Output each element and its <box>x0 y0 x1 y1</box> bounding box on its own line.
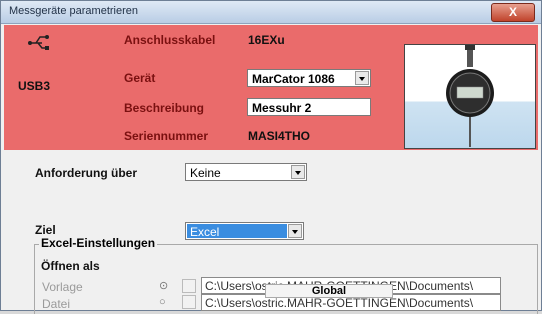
request-label: Anforderung über <box>35 166 137 180</box>
excel-settings-title: Excel-Einstellungen <box>39 236 158 250</box>
template-radio[interactable]: ⊙ <box>159 279 169 292</box>
device-select[interactable]: MarCator 1086 <box>247 69 371 87</box>
target-select[interactable]: Excel <box>185 222 304 240</box>
chevron-down-icon[interactable] <box>291 165 305 179</box>
description-input-value: Messuhr 2 <box>252 101 312 115</box>
description-label: Beschreibung <box>124 101 205 115</box>
open-as-label: Öffnen als <box>41 259 100 273</box>
file-radio[interactable]: ○ <box>159 296 169 308</box>
usb-port-label: USB3 <box>18 79 51 93</box>
target-select-value: Excel <box>190 225 220 239</box>
window-title: Messgeräte parametrieren <box>9 5 139 17</box>
request-select[interactable]: Keine <box>185 163 307 181</box>
close-button[interactable]: X <box>491 3 535 22</box>
cable-label: Anschlusskabel <box>124 33 216 47</box>
title-bar: Messgeräte parametrieren X <box>1 1 541 24</box>
file-browse-button[interactable] <box>182 295 196 309</box>
usb-icon <box>28 35 49 50</box>
request-select-value: Keine <box>190 166 221 180</box>
file-option-label: Datei <box>42 297 71 311</box>
serial-value: MASI4THO <box>248 129 311 143</box>
dial-indicator-icon <box>446 45 494 147</box>
template-browse-button[interactable] <box>182 279 196 293</box>
chevron-down-icon[interactable] <box>288 224 302 238</box>
device-select-value: MarCator 1086 <box>252 72 335 86</box>
serial-label: Seriennummer <box>124 129 209 143</box>
template-option-label: Vorlage <box>42 280 83 294</box>
description-input[interactable]: Messuhr 2 <box>247 98 371 116</box>
cable-value: 16EXu <box>248 33 285 47</box>
device-header-panel: USB3 Anschlusskabel 16EXu Gerät MarCator… <box>4 25 538 150</box>
device-label: Gerät <box>124 71 156 85</box>
chevron-down-icon[interactable] <box>355 71 369 85</box>
dialog-window: Messgeräte parametrieren X USB3 Anschlus… <box>0 0 542 314</box>
target-label: Ziel <box>35 223 56 237</box>
file-path-value: C:\Users\ostric.MAHR-GOETTINGEN\Document… <box>205 296 474 310</box>
device-preview-image <box>404 44 536 149</box>
global-tooltip: Global <box>265 284 393 298</box>
